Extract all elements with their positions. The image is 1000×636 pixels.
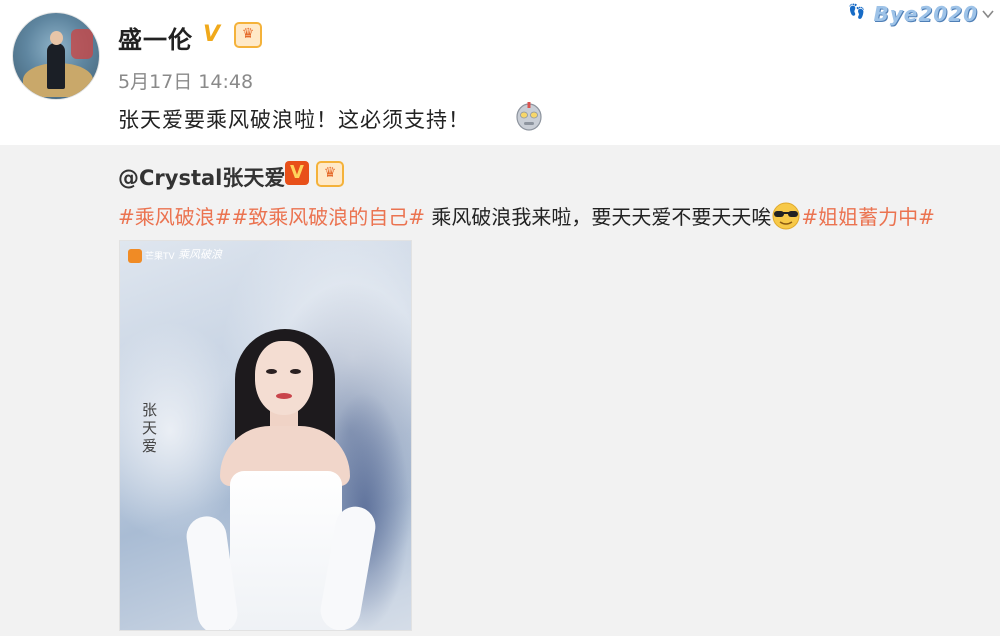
signature-text: 张天爱 bbox=[142, 401, 158, 455]
quoted-post-text: #乘风破浪##致乘风破浪的自己# 乘风破浪我来啦，要天天爱不要天天唉 #姐姐蓄力… bbox=[118, 201, 935, 230]
robot-emoji-icon bbox=[516, 102, 542, 131]
watermark: Bye2020 bbox=[873, 2, 978, 26]
post-text: 张天爱要乘风破浪啦！这必须支持！ bbox=[118, 108, 470, 132]
figure-lips bbox=[276, 393, 292, 399]
channel-logo-text: 芒果TV bbox=[145, 252, 175, 262]
sunglasses-emoji-icon bbox=[772, 202, 800, 230]
avatar-figure-head bbox=[50, 31, 63, 45]
figure-eye bbox=[266, 369, 277, 374]
show-logo-text: 乘风破浪 bbox=[178, 248, 222, 261]
figure-face bbox=[255, 341, 313, 415]
quoted-author-name[interactable]: @Crystal张天爱 bbox=[118, 162, 285, 192]
post-timestamp[interactable]: 5月17日 14:48 bbox=[118, 67, 253, 94]
avatar-figure bbox=[47, 43, 65, 89]
avatar[interactable] bbox=[12, 12, 100, 100]
feet-icon: 👣 bbox=[848, 4, 866, 20]
poster-image[interactable]: 芒果TV 乘风破浪 张天爱 bbox=[119, 240, 412, 631]
crown-badge-icon: ♛ bbox=[316, 161, 344, 187]
crown-badge-icon: ♛ bbox=[234, 22, 262, 48]
quoted-body-text: 乘风破浪我来啦，要天天爱不要天天唉 bbox=[425, 205, 772, 229]
avatar-illustration bbox=[71, 29, 93, 59]
verified-v-icon: V bbox=[285, 161, 309, 185]
author-name[interactable]: 盛一伦 bbox=[118, 20, 193, 55]
verified-v-icon: V bbox=[203, 22, 221, 47]
hashtag-link[interactable]: #致乘风破浪的自己# bbox=[232, 205, 426, 229]
channel-logo-icon bbox=[128, 249, 142, 263]
chevron-down-icon[interactable] bbox=[980, 6, 996, 22]
hashtag-link[interactable]: #姐姐蓄力中# bbox=[801, 205, 935, 229]
hashtag-link[interactable]: #乘风破浪# bbox=[118, 205, 232, 229]
figure-eye bbox=[290, 369, 301, 374]
quoted-post[interactable]: @Crystal张天爱 V ♛ #乘风破浪##致乘风破浪的自己# 乘风破浪我来啦… bbox=[0, 145, 1000, 636]
weibo-post: 盛一伦 V ♛ 5月17日 14:48 张天爱要乘风破浪啦！这必须支持！ 👣 B… bbox=[0, 0, 1000, 145]
